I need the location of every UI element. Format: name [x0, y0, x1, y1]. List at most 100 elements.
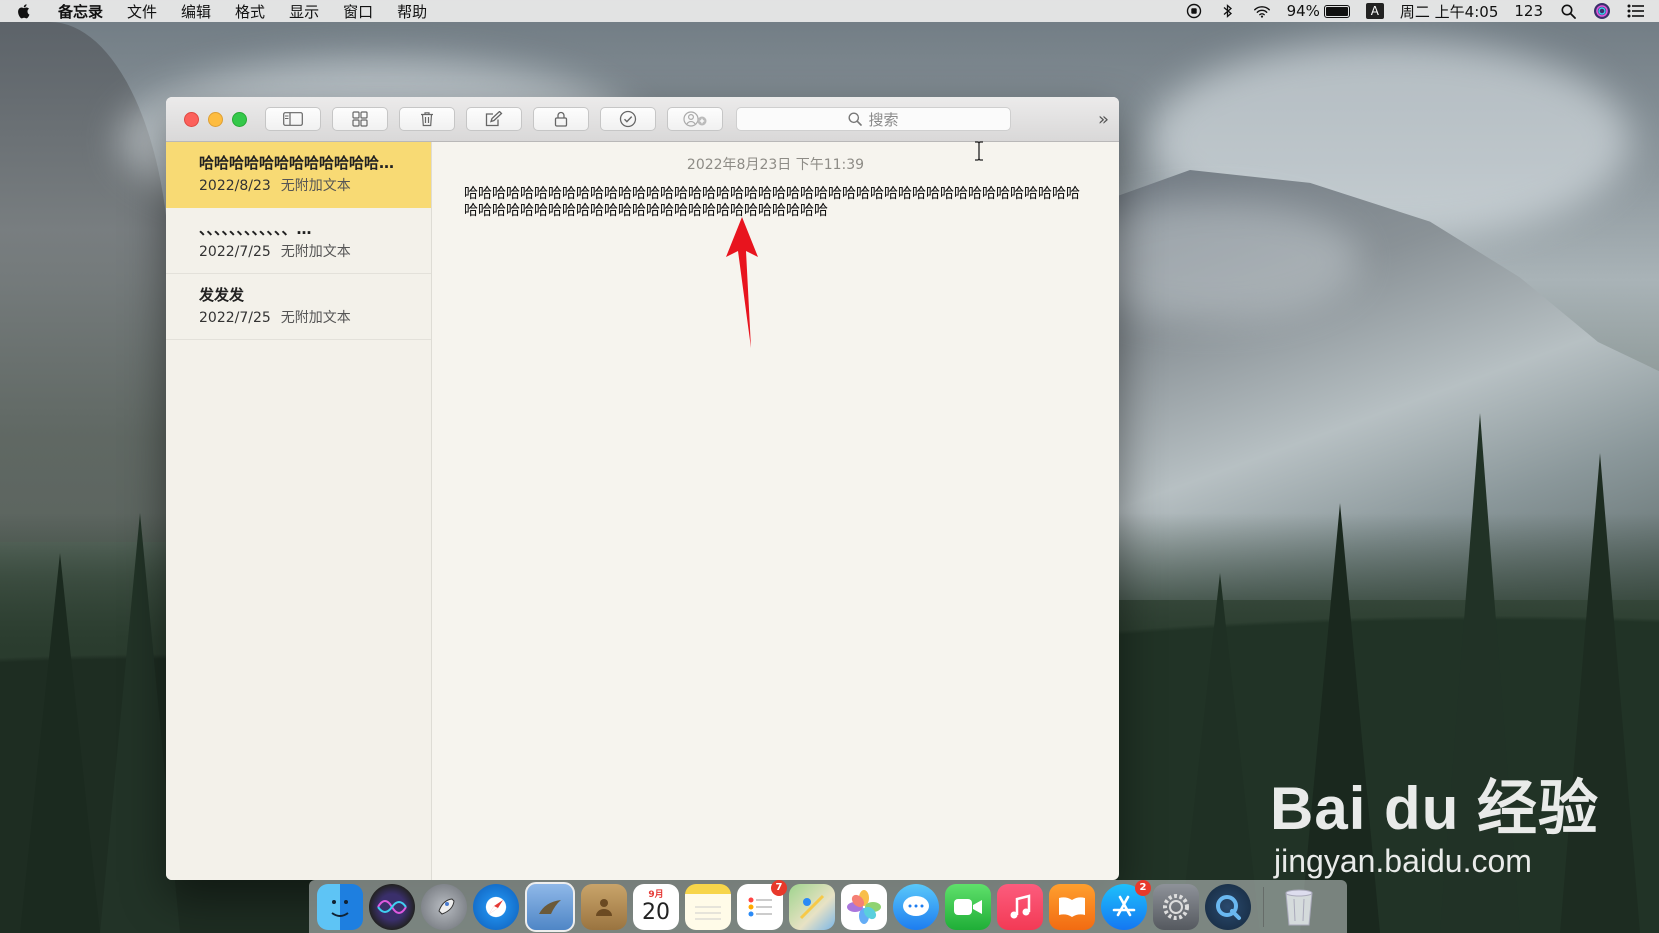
menubar-clock[interactable]: 周二 上午4:05	[1400, 1, 1498, 22]
watermark-main: Bai du 经验	[1270, 760, 1599, 847]
reminders-icon	[748, 897, 772, 916]
close-button[interactable]	[184, 111, 199, 127]
battery-fill	[1325, 6, 1348, 16]
note-list-item[interactable]: 发发发 2022/7/25 无附加文本	[166, 274, 431, 340]
siri-icon[interactable]	[1593, 3, 1611, 19]
trash-icon	[421, 112, 433, 127]
note-timestamp: 2022年8月23日 下午11:39	[686, 157, 865, 173]
spotlight-search-icon[interactable]	[1559, 3, 1577, 19]
music-note-icon	[1010, 893, 1031, 918]
dock-siri[interactable]	[369, 883, 415, 930]
compose-icon	[485, 111, 503, 127]
notification-center-icon[interactable]	[1627, 3, 1645, 19]
minimize-button[interactable]	[208, 111, 223, 127]
menu-bar: 备忘录 文件 编辑 格式 显示 窗口 帮助 94% A 周二 上午4:05 12…	[0, 0, 1659, 22]
dock-mail[interactable]	[525, 881, 575, 932]
screen-record-icon[interactable]	[1185, 3, 1203, 19]
menu-app-name[interactable]: 备忘录	[46, 1, 115, 22]
dock-books[interactable]	[1049, 883, 1095, 930]
dock-notes[interactable]	[685, 883, 731, 930]
note-date: 2022/8/23	[199, 178, 271, 194]
text-cursor-icon	[975, 141, 983, 161]
menu-edit[interactable]: 编辑	[169, 1, 223, 22]
map-icon	[799, 894, 825, 919]
messages-icon	[903, 895, 929, 916]
bluetooth-icon[interactable]	[1219, 3, 1237, 19]
book-icon	[1059, 896, 1085, 917]
note-preview: 无附加文本	[280, 178, 351, 194]
dock-launchpad[interactable]	[421, 883, 467, 930]
search-placeholder: 搜索	[868, 110, 899, 129]
dock-reminders[interactable]: 7	[737, 879, 787, 930]
dock-app-store[interactable]: 2	[1101, 879, 1151, 930]
dock-maps[interactable]	[789, 883, 835, 930]
note-list-item[interactable]: 哈哈哈哈哈哈哈哈哈哈哈哈哈哈哈哈哈… 2022/8/23 无附加文本	[166, 142, 431, 208]
background-tree	[1180, 573, 1260, 933]
dock-facetime[interactable]	[945, 883, 991, 930]
note-preview: 无附加文本	[280, 244, 351, 260]
menu-file[interactable]: 文件	[115, 1, 169, 22]
dock-trash[interactable]	[1276, 884, 1322, 930]
battery-indicator[interactable]: 94%	[1287, 2, 1350, 20]
window-toolbar: 搜索 »	[166, 97, 1119, 142]
note-title: 、、、、、、、、、、、、…	[199, 220, 312, 238]
note-list-item[interactable]: 、、、、、、、、、、、、… 2022/7/25 无附加文本	[166, 208, 431, 274]
checklist-button[interactable]	[600, 107, 656, 131]
toolbar-overflow-icon[interactable]: »	[1098, 109, 1109, 130]
note-preview: 无附加文本	[280, 310, 351, 326]
add-people-button[interactable]	[667, 107, 723, 131]
notes-list: 哈哈哈哈哈哈哈哈哈哈哈哈哈哈哈哈哈… 2022/8/23 无附加文本 、、、、、、…	[166, 142, 432, 880]
search-field[interactable]: 搜索	[736, 107, 1011, 131]
note-date: 2022/7/25	[199, 310, 271, 326]
grid-icon	[352, 111, 368, 127]
background-tree	[20, 553, 100, 933]
wifi-icon[interactable]	[1253, 3, 1271, 19]
calendar-month: 9月	[648, 889, 664, 900]
dock-finder[interactable]	[317, 883, 363, 930]
watermark-main-text: Bai du 经验	[1270, 775, 1600, 842]
finder-icon	[331, 899, 349, 917]
dock-quicktime[interactable]	[1205, 883, 1251, 930]
dock-photos[interactable]	[841, 883, 887, 930]
watermark-url: jingyan.baidu.com	[1274, 843, 1532, 879]
rocket-icon	[438, 897, 455, 915]
lock-note-button[interactable]	[533, 107, 589, 131]
menu-view[interactable]: 显示	[277, 1, 331, 22]
battery-icon	[1323, 4, 1350, 18]
search-icon	[848, 112, 863, 126]
notes-icon	[695, 906, 721, 919]
gallery-view-button[interactable]	[332, 107, 388, 131]
note-title: 发发发	[199, 286, 245, 304]
dock-calendar[interactable]: 9月 20	[633, 883, 679, 930]
battery-percent: 94%	[1286, 2, 1320, 20]
contacts-icon	[596, 898, 612, 916]
input-method-icon[interactable]: A	[1365, 3, 1384, 19]
menu-window[interactable]: 窗口	[331, 1, 385, 22]
dock-messages[interactable]	[893, 883, 939, 930]
reminders-badge: 7	[771, 879, 787, 896]
menu-help[interactable]: 帮助	[385, 1, 439, 22]
dock-music[interactable]	[997, 883, 1043, 930]
dock-contacts[interactable]	[581, 883, 627, 930]
note-editor[interactable]: 2022年8月23日 下午11:39 哈哈哈哈哈哈哈哈哈哈哈哈哈哈哈哈哈哈哈哈哈…	[432, 142, 1119, 880]
annotation-arrow	[726, 217, 758, 348]
dock: 9月 20 7 2	[309, 879, 1347, 933]
notes-window: 搜索 » 哈哈哈哈哈哈哈哈哈哈哈哈哈哈哈哈哈… 2022/8/23 无附加文本 、…	[166, 97, 1119, 880]
toggle-sidebar-button[interactable]	[265, 107, 321, 131]
mail-icon	[539, 899, 561, 914]
new-note-button[interactable]	[466, 107, 522, 131]
apple-menu-icon[interactable]	[14, 2, 32, 20]
dock-system-preferences[interactable]	[1153, 883, 1199, 930]
menubar-input-extra[interactable]: 123	[1514, 2, 1543, 20]
sidebar-icon	[283, 112, 303, 126]
siri-icon	[377, 899, 407, 914]
app-store-icon	[1112, 895, 1136, 916]
note-body[interactable]: 哈哈哈哈哈哈哈哈哈哈哈哈哈哈哈哈哈哈哈哈哈哈哈哈哈哈哈哈哈哈哈哈哈哈哈哈哈哈哈哈…	[464, 186, 1089, 220]
app-store-badge: 2	[1135, 879, 1151, 896]
dock-safari[interactable]	[473, 883, 519, 930]
lock-icon	[554, 111, 568, 127]
delete-note-button[interactable]	[399, 107, 455, 131]
menu-format[interactable]: 格式	[223, 1, 277, 22]
zoom-button[interactable]	[232, 111, 247, 127]
gear-icon	[1163, 893, 1189, 920]
